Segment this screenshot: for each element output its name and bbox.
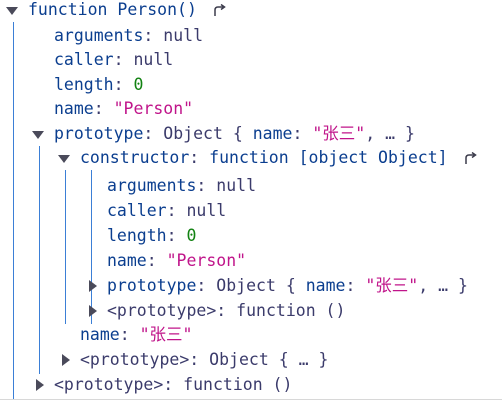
summary-type: Object: [163, 124, 223, 143]
chevron-down-icon[interactable]: [58, 155, 70, 163]
tree-row-prototype-name[interactable]: name: "张三": [80, 323, 193, 347]
tree-row-constructor-prototype[interactable]: prototype: Object { name: "张三", … }: [107, 274, 468, 298]
chevron-right-icon[interactable]: [89, 280, 97, 292]
property-key: length: [107, 226, 167, 245]
property-key: name: [80, 325, 120, 344]
property-key: caller: [54, 50, 114, 69]
tree-row-constructor-length[interactable]: length: 0: [107, 224, 196, 248]
tree-row-prototype[interactable]: prototype: Object { name: "张三", … }: [54, 122, 415, 146]
property-value: null: [133, 50, 174, 69]
chevron-right-icon[interactable]: [36, 379, 44, 391]
property-value: "Person": [166, 251, 247, 270]
chevron-down-icon[interactable]: [6, 7, 18, 15]
property-key: name: [54, 99, 94, 118]
summary-type: Object: [209, 350, 269, 369]
property-value: function (): [183, 375, 293, 394]
property-key: length: [54, 75, 114, 94]
tree-row-arguments[interactable]: arguments: null: [54, 24, 203, 48]
property-key: <prototype>: [80, 350, 190, 369]
root-function-name: Person(): [117, 0, 197, 19]
summary-key: name: [252, 124, 293, 143]
chevron-down-icon[interactable]: [32, 131, 44, 139]
property-key: prototype: [107, 276, 197, 295]
chevron-right-icon[interactable]: [89, 305, 97, 317]
summary-key: name: [305, 276, 346, 295]
tree-row-constructor-arguments[interactable]: arguments: null: [107, 174, 256, 198]
guide-line-constructor: [65, 170, 66, 324]
property-value: 0: [186, 226, 197, 245]
summary-type: Object: [216, 276, 276, 295]
summary-rest: , … }: [418, 276, 468, 295]
summary-rest: { … }: [278, 350, 329, 369]
tree-row-root-proto[interactable]: <prototype>: function (): [54, 373, 292, 397]
tree-row-length[interactable]: length: 0: [54, 73, 143, 97]
guide-line-root: [13, 22, 14, 400]
property-value: null: [216, 176, 257, 195]
property-value: 0: [133, 75, 144, 94]
property-key: constructor: [80, 148, 190, 167]
tree-row-constructor-caller[interactable]: caller: null: [107, 199, 226, 223]
root-function-keyword: function: [28, 0, 108, 19]
summary-open: {: [232, 124, 243, 143]
tree-row-constructor-proto[interactable]: <prototype>: function (): [107, 299, 345, 323]
property-key: prototype: [54, 124, 144, 143]
constructor-function-name: [object Object]: [298, 148, 448, 167]
tree-row-constructor-name[interactable]: name: "Person": [107, 249, 246, 273]
tree-row-constructor[interactable]: constructor: function [object Object]: [80, 146, 478, 170]
property-key: name: [107, 251, 147, 270]
summary-value: "张三": [365, 276, 419, 295]
guide-line-constructor-inner: [91, 170, 92, 324]
property-value: "Person": [113, 99, 194, 118]
jump-to-definition-icon[interactable]: [464, 151, 478, 166]
property-value: "张三": [139, 325, 193, 344]
property-key: <prototype>: [54, 375, 164, 394]
property-value: null: [163, 26, 204, 45]
property-key: arguments: [54, 26, 144, 45]
panel-bottom-border: [0, 399, 502, 400]
property-value: function (): [236, 301, 346, 320]
property-key: <prototype>: [107, 301, 217, 320]
summary-rest: , … }: [365, 124, 415, 143]
summary-value: "张三": [312, 124, 366, 143]
tree-row-root[interactable]: function Person(): [28, 0, 227, 22]
jump-to-definition-icon[interactable]: [213, 3, 227, 18]
property-key: caller: [107, 201, 167, 220]
summary-open: {: [285, 276, 296, 295]
property-value: null: [186, 201, 227, 220]
tree-row-caller[interactable]: caller: null: [54, 48, 173, 72]
tree-row-prototype-proto[interactable]: <prototype>: Object { … }: [80, 348, 328, 372]
property-key: arguments: [107, 176, 197, 195]
tree-row-name[interactable]: name: "Person": [54, 97, 193, 121]
constructor-function-keyword: function: [209, 148, 289, 167]
guide-line-prototype: [39, 146, 40, 374]
chevron-right-icon[interactable]: [62, 354, 70, 366]
